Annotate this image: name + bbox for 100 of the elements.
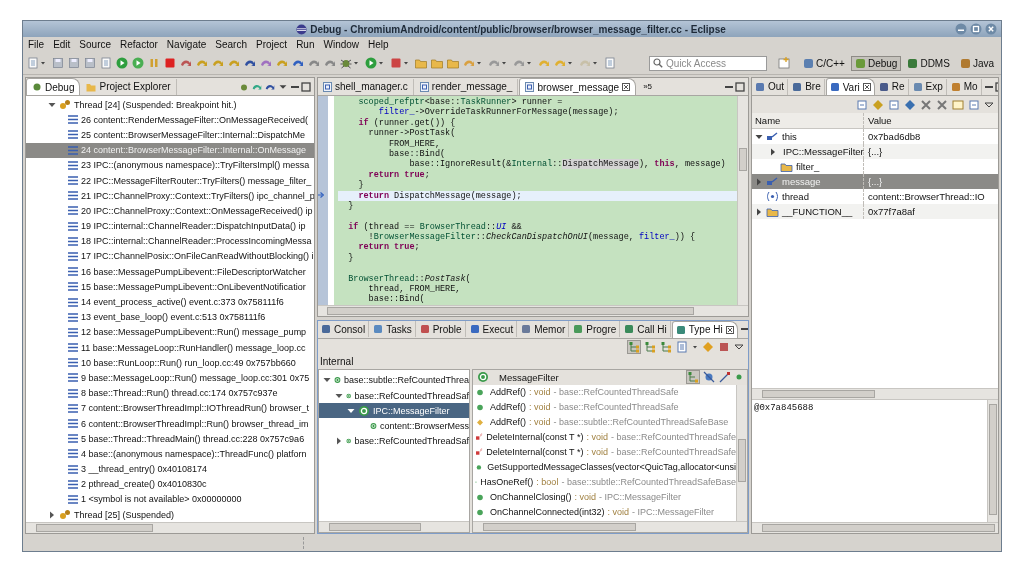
stack-frame-row[interactable]: 5 base::Thread::ThreadMain() thread.cc:228 0x757c9a6 — [26, 431, 314, 447]
view-tab[interactable]: Call Hi — [621, 321, 671, 338]
type-tree-row[interactable]: IPC::MessageFilter — [319, 403, 469, 419]
menu-item[interactable]: Edit — [53, 39, 71, 50]
stack-frame-row[interactable]: 17 IPC::ChannelPosix::OnFileCanReadWithoutBlocking() i — [26, 248, 314, 265]
twisty-icon[interactable] — [769, 147, 777, 156]
folder-icon[interactable] — [430, 56, 444, 70]
stack-frame-row[interactable]: 1 <symbol is not available> 0x00000000 — [26, 491, 314, 508]
variable-row[interactable]: __FUNCTION__ 0x77f7a8af — [752, 204, 998, 219]
save-all-icon[interactable] — [67, 56, 81, 70]
variable-row[interactable]: IPC::MessageFilter {...} — [752, 144, 998, 159]
close-icon[interactable] — [985, 23, 997, 35]
maximize-icon[interactable] — [970, 23, 982, 35]
thread-label[interactable]: Thread [25] (Suspended) — [74, 509, 175, 520]
stack-frame-row[interactable]: 3 __thread_entry() 0x40108174 — [26, 461, 314, 477]
horizontal-scrollbar[interactable] — [319, 521, 469, 532]
twisty-icon[interactable] — [335, 391, 343, 400]
horizontal-scrollbar[interactable] — [752, 522, 998, 533]
hierarchy-icon[interactable] — [660, 341, 672, 354]
view-tab[interactable]: Progre — [570, 321, 621, 338]
menu-item[interactable]: Window — [323, 39, 360, 50]
stack-frame-row[interactable]: 6 content::BrowserThreadImpl::Run() browser_thread_im — [26, 415, 314, 432]
hide-static-icon[interactable] — [719, 371, 731, 384]
stack-frame-row[interactable]: 20 IPC::ChannelProxy::Context::OnMessageReceived() ip — [26, 203, 314, 219]
stack-frame-row[interactable]: 14 event_process_active() event.c:373 0x758111f6 — [26, 294, 314, 310]
hide-fields-icon[interactable] — [703, 371, 715, 384]
type-tree-row[interactable]: base::RefCountedThreadSaf — [319, 388, 469, 404]
stack-frame-row[interactable]: 22 IPC::MessageFilterRouter::TryFilters() message_filter_ — [26, 172, 314, 189]
tab-overflow[interactable]: »5 — [637, 82, 659, 91]
view-menu-icon[interactable] — [984, 99, 994, 110]
menu-item[interactable]: Project — [256, 39, 288, 50]
quick-access-field[interactable]: Quick Access — [649, 55, 768, 71]
vertical-scrollbar[interactable] — [737, 96, 748, 305]
member-row[interactable]: DeleteInternal(const T *) : void - base::RefCountedThreadSafe — [473, 444, 736, 460]
twisty-icon[interactable] — [755, 207, 763, 216]
stack-frame-row[interactable]: 18 IPC::internal::ChannelReader::ProcessIncomingMessa — [26, 233, 314, 249]
print-icon[interactable] — [83, 56, 97, 70]
menu-item[interactable]: Search — [215, 39, 247, 50]
stack-frame-row[interactable]: 25 content::BrowserMessageFilter::Internal::DispatchMe — [26, 127, 314, 143]
hierarchy-icon[interactable] — [687, 371, 699, 384]
menu-item[interactable]: Run — [296, 39, 315, 50]
maximize-icon[interactable] — [735, 81, 745, 92]
vertical-scrollbar[interactable] — [987, 400, 998, 522]
supertype-icon[interactable] — [628, 341, 640, 354]
subtype-icon[interactable] — [644, 341, 656, 354]
close-icon[interactable] — [622, 83, 631, 91]
folder-icon[interactable] — [414, 56, 428, 70]
stack-frame-row[interactable]: 7 content::BrowserThreadImpl::IOThreadRun() browser_t — [26, 400, 314, 416]
stack-frame-row[interactable]: 8 base::Thread::Run() thread.cc:174 0x757c937e — [26, 385, 314, 401]
stack-frame-row[interactable]: 10 base::RunLoop::Run() run_loop.cc:49 0x757bb660 — [26, 355, 314, 371]
view-tab[interactable]: Project Explorer — [81, 78, 177, 95]
twisty-icon[interactable] — [335, 437, 343, 446]
horizontal-scrollbar[interactable] — [752, 388, 998, 399]
remove-icon[interactable] — [920, 98, 932, 111]
view-tab[interactable]: Vari — [825, 78, 875, 95]
view-tab[interactable]: Exp — [909, 78, 947, 95]
twisty-icon[interactable] — [347, 406, 355, 415]
type-tree-row[interactable]: base::subtle::RefCountedThrea — [319, 372, 469, 388]
run-icon[interactable] — [364, 56, 378, 70]
stack-frame-row[interactable]: 15 base::MessagePumpLibevent::OnLibeventNotificatior — [26, 279, 314, 295]
menu-item[interactable]: Refactor — [120, 39, 158, 50]
twisty-icon[interactable] — [755, 132, 763, 141]
stack-frame-row[interactable]: 12 base::MessagePumpLibevent::Run() message_pump — [26, 324, 314, 340]
member-row[interactable]: HasOneRef() : bool - base::subtle::RefCountedThreadSafeBase — [473, 474, 736, 490]
stack-frame-row[interactable]: 13 event_base_loop() event.c:513 0x758111f6 — [26, 309, 314, 325]
external-tools-icon[interactable] — [389, 56, 403, 70]
save-icon[interactable] — [51, 56, 65, 70]
build-icon[interactable] — [99, 56, 113, 70]
twisty-icon[interactable] — [48, 100, 56, 109]
column-header[interactable]: Name — [752, 113, 864, 128]
minimize-icon[interactable] — [955, 23, 967, 35]
menu-item[interactable]: File — [28, 39, 45, 50]
horizontal-scrollbar[interactable] — [473, 521, 747, 532]
add-icon[interactable] — [904, 98, 916, 111]
type-tree-row[interactable]: base::RefCountedThreadSaf — [319, 433, 469, 449]
perspective-button[interactable]: C/C++ — [799, 55, 849, 71]
twisty-icon[interactable] — [48, 510, 56, 519]
menu-item[interactable]: Help — [368, 39, 389, 50]
column-header[interactable]: Value — [864, 113, 998, 128]
layout-icon[interactable] — [676, 341, 688, 354]
member-row[interactable]: GetSupportedMessageClasses(vector<QuicTag,allocator<unsi — [473, 459, 736, 475]
stop-icon[interactable] — [718, 341, 730, 354]
menu-item[interactable]: Navigate — [166, 39, 207, 50]
thread-label[interactable]: Thread [24] (Suspended: Breakpoint hit.) — [74, 99, 237, 110]
perspective-button[interactable]: DDMS — [903, 55, 954, 71]
member-row[interactable]: OnChannelClosing() : void - IPC::MessageFilter — [473, 489, 736, 505]
member-row[interactable]: AddRef() : void - base::subtle::RefCountedThreadSafeBase — [473, 414, 736, 430]
stack-frame-row[interactable]: 23 IPC::(anonymous namespace)::TryFiltersImpl() messa — [26, 157, 314, 173]
perspective-button[interactable]: Java — [955, 55, 998, 71]
view-tab[interactable]: Out — [752, 78, 789, 95]
maximize-icon[interactable] — [301, 81, 311, 92]
member-row[interactable]: OnChannelConnected(int32) : void - IPC::MessageFilter — [473, 504, 736, 520]
view-tab[interactable]: Consol — [318, 321, 370, 338]
close-icon[interactable] — [725, 325, 734, 334]
editor-tab[interactable]: render_message_ — [414, 78, 519, 95]
member-row[interactable]: AddRef() : void - base::RefCountedThreadSafe — [473, 384, 736, 400]
view-tab[interactable]: Proble — [416, 321, 466, 338]
view-tab[interactable]: Re — [875, 78, 909, 95]
open-perspective-icon[interactable] — [777, 56, 792, 70]
resume-icon[interactable] — [115, 56, 129, 70]
